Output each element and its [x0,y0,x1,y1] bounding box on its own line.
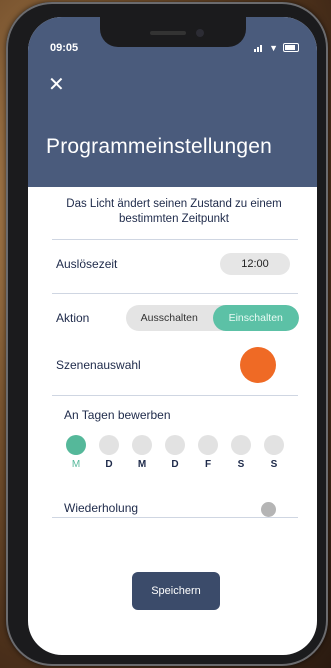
day-label: S [270,459,278,470]
action-toggle[interactable]: Ausschalten Einschalten [126,305,299,331]
day-thursday[interactable]: D [165,435,185,470]
day-wednesday[interactable]: M [132,435,152,470]
description-text: Das Licht ändert seinen Zustand zu einem… [66,198,282,225]
day-dot [264,435,284,455]
save-button[interactable]: Speichern [132,572,220,610]
days-label: An Tagen bewerben [64,408,171,422]
day-dot [198,435,218,455]
day-dot [132,435,152,455]
scene-label: Szenenauswahl [56,358,141,372]
repeat-toggle[interactable] [261,502,276,517]
divider [52,395,298,396]
speaker-grill [150,31,186,35]
trigger-time-input[interactable]: 12:00 [220,253,290,275]
day-dot [99,435,119,455]
phone-notch [100,17,246,47]
app-screen: 09:05 ▼ ✕ Programmeinstellungen Das Lich… [28,17,317,655]
status-icons: ▼ [254,43,299,52]
action-option-on[interactable]: Einschalten [212,305,299,331]
day-monday[interactable]: M [66,435,86,470]
day-label: M [137,459,147,470]
day-friday[interactable]: F [198,435,218,470]
action-label: Aktion [56,311,90,325]
status-time: 09:05 [50,42,79,54]
day-dot [231,435,251,455]
day-selector: M D M D F S S [66,435,306,481]
divider [52,517,298,518]
day-sunday[interactable]: S [264,435,284,470]
divider [52,239,298,240]
day-saturday[interactable]: S [231,435,251,470]
header: 09:05 ▼ ✕ Programmeinstellungen [28,17,317,187]
scene-color-picker[interactable] [240,347,276,383]
camera-icon [196,29,204,37]
day-dot [66,435,86,455]
page-title: Programmeinstellungen [46,135,272,158]
battery-icon [283,43,299,52]
divider [52,293,298,294]
signal-icon [254,44,264,52]
action-option-off[interactable]: Ausschalten [126,305,213,331]
close-icon[interactable]: ✕ [48,75,65,95]
day-label: S [237,459,245,470]
day-label: D [105,459,113,470]
day-tuesday[interactable]: D [99,435,119,470]
day-label: F [204,459,212,470]
wifi-icon: ▼ [269,42,278,53]
day-label: D [171,459,179,470]
day-dot [165,435,185,455]
repeat-label: Wiederholung [64,501,139,515]
phone-frame: 09:05 ▼ ✕ Programmeinstellungen Das Lich… [6,2,328,666]
trigger-time-label: Auslösezeit [56,257,118,271]
day-label: M [71,459,81,470]
